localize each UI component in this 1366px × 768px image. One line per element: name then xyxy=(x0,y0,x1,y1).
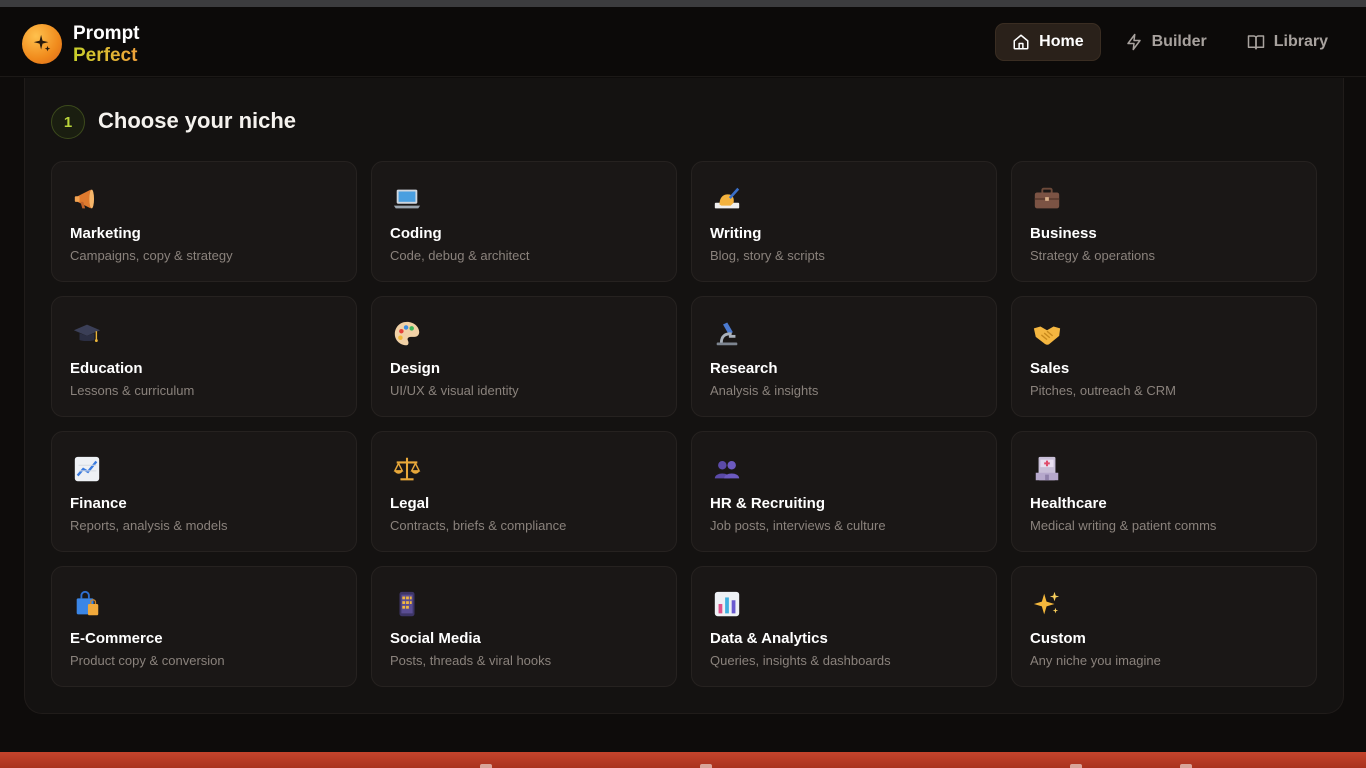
niche-card-design[interactable]: Design UI/UX & visual identity xyxy=(371,296,677,417)
niche-description: Reports, analysis & models xyxy=(70,518,228,533)
bar-chart-icon xyxy=(710,587,744,621)
section-title: Choose your niche xyxy=(98,108,297,133)
niche-card-legal[interactable]: Legal Contracts, briefs & compliance xyxy=(371,431,677,552)
nav-home[interactable]: Home xyxy=(995,23,1101,61)
home-icon xyxy=(1013,34,1029,50)
niche-description: Posts, threads & viral hooks xyxy=(390,653,552,668)
niche-name: Custom xyxy=(1030,630,1086,647)
niche-grid: Marketing Campaigns, copy & strategy Cod… xyxy=(51,161,1317,687)
niche-card-writing[interactable]: Writing Blog, story & scripts xyxy=(691,161,997,282)
niche-description: Campaigns, copy & strategy xyxy=(70,248,233,263)
nav-home-label: Home xyxy=(1039,33,1084,50)
book-icon xyxy=(1247,35,1264,50)
niche-description: Analysis & insights xyxy=(710,383,819,398)
taskbar-app-indicator[interactable] xyxy=(480,764,492,768)
brand-name[interactable]: Prompt Perfect xyxy=(73,23,140,67)
nav-builder[interactable]: Builder xyxy=(1109,23,1223,61)
nav-library-label: Library xyxy=(1273,33,1328,50)
niche-card-marketing[interactable]: Marketing Campaigns, copy & strategy xyxy=(51,161,357,282)
niche-name: Data & Analytics xyxy=(710,630,828,647)
niche-description: Code, debug & architect xyxy=(390,248,530,263)
niche-card-healthcare[interactable]: Healthcare Medical writing & patient com… xyxy=(1011,431,1317,552)
microscope-icon xyxy=(710,317,744,351)
people-icon xyxy=(710,452,744,486)
niche-description: Product copy & conversion xyxy=(70,653,225,668)
niche-name: Marketing xyxy=(70,225,141,242)
niche-card-e-commerce[interactable]: E-Commerce Product copy & conversion xyxy=(51,566,357,687)
writing-hand-icon xyxy=(710,182,744,216)
niche-description: Queries, insights & dashboards xyxy=(710,653,891,668)
taskbar-app-indicator[interactable] xyxy=(1180,764,1192,768)
hospital-icon xyxy=(1030,452,1064,486)
niche-name: E-Commerce xyxy=(70,630,163,647)
niche-description: Job posts, interviews & culture xyxy=(710,518,886,533)
niche-card-research[interactable]: Research Analysis & insights xyxy=(691,296,997,417)
niche-description: Lessons & curriculum xyxy=(70,383,195,398)
niche-card-coding[interactable]: Coding Code, debug & architect xyxy=(371,161,677,282)
niche-card-education[interactable]: Education Lessons & curriculum xyxy=(51,296,357,417)
niche-card-hr-recruiting[interactable]: HR & Recruiting Job posts, interviews & … xyxy=(691,431,997,552)
niche-card-business[interactable]: Business Strategy & operations xyxy=(1011,161,1317,282)
brand-name-top: Prompt xyxy=(73,23,140,44)
chart-up-icon xyxy=(70,452,104,486)
step-number-badge: 1 xyxy=(51,105,85,139)
niche-name: Research xyxy=(710,360,778,377)
megaphone-icon xyxy=(70,182,104,216)
niche-name: Business xyxy=(1030,225,1097,242)
sparkles-icon xyxy=(1030,587,1064,621)
niche-description: Any niche you imagine xyxy=(1030,653,1161,668)
niche-name: Finance xyxy=(70,495,127,512)
briefcase-icon xyxy=(1030,182,1064,216)
niche-name: Coding xyxy=(390,225,442,242)
taskbar-app-indicator[interactable] xyxy=(1070,764,1082,768)
brand-name-bottom: Perfect xyxy=(73,45,140,67)
niche-description: Pitches, outreach & CRM xyxy=(1030,383,1176,398)
niche-card-finance[interactable]: Finance Reports, analysis & models xyxy=(51,431,357,552)
niche-name: Social Media xyxy=(390,630,481,647)
window-top-strip xyxy=(0,0,1366,7)
laptop-icon xyxy=(390,182,424,216)
niche-description: Medical writing & patient comms xyxy=(1030,518,1217,533)
shopping-bags-icon xyxy=(70,587,104,621)
niche-card-custom[interactable]: Custom Any niche you imagine xyxy=(1011,566,1317,687)
app-header: Prompt Perfect Home Builder Library xyxy=(0,7,1366,77)
niche-description: Contracts, briefs & compliance xyxy=(390,518,567,533)
main-nav: Home Builder Library xyxy=(995,23,1344,61)
niche-description: UI/UX & visual identity xyxy=(390,383,519,398)
os-taskbar xyxy=(0,752,1366,768)
niche-card-sales[interactable]: Sales Pitches, outreach & CRM xyxy=(1011,296,1317,417)
nav-builder-label: Builder xyxy=(1151,33,1207,50)
niche-name: Healthcare xyxy=(1030,495,1107,512)
niche-description: Blog, story & scripts xyxy=(710,248,825,263)
phone-icon xyxy=(390,587,424,621)
lightning-icon xyxy=(1126,33,1141,51)
niche-card-data-analytics[interactable]: Data & Analytics Queries, insights & das… xyxy=(691,566,997,687)
niche-name: Sales xyxy=(1030,360,1070,377)
niche-name: HR & Recruiting xyxy=(710,495,826,512)
graduation-cap-icon xyxy=(70,317,104,351)
palette-icon xyxy=(390,317,424,351)
niche-name: Design xyxy=(390,360,441,377)
taskbar-app-indicator[interactable] xyxy=(700,764,712,768)
niche-card-social-media[interactable]: Social Media Posts, threads & viral hook… xyxy=(371,566,677,687)
sparkle-icon[interactable] xyxy=(22,24,62,64)
scales-icon xyxy=(390,452,424,486)
niche-name: Education xyxy=(70,360,143,377)
niche-name: Writing xyxy=(710,225,762,242)
niche-description: Strategy & operations xyxy=(1030,248,1156,263)
nav-library[interactable]: Library xyxy=(1231,23,1344,61)
niche-name: Legal xyxy=(390,495,430,512)
handshake-icon xyxy=(1030,317,1064,351)
